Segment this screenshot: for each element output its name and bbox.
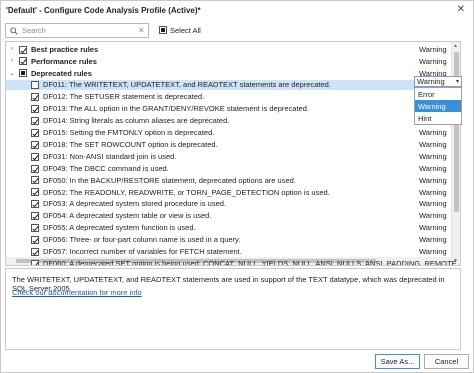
severity-value[interactable]: Warning	[419, 199, 447, 208]
rule-checkbox[interactable]	[31, 212, 39, 221]
rule-label: DF049: The DBCC command is used.	[43, 163, 169, 173]
toolbar: × Select All	[5, 21, 469, 39]
rule-row[interactable]: DF031: Non-ANSI standard join is used. Wa…	[6, 151, 460, 162]
rule-row[interactable]: DF057: Incorrect number of variables for…	[6, 246, 460, 257]
rule-checkbox[interactable]	[31, 188, 39, 197]
rule-label: DF054: A deprecated system table or view…	[43, 211, 212, 221]
severity-value[interactable]: Warning	[419, 152, 447, 161]
rules-tree: ▲ ▼ › Best practice rules Warning › Performa…	[5, 41, 461, 266]
rule-row[interactable]: DF013: The ALL option in the GRANT/DENY/…	[6, 104, 460, 115]
severity-combobox[interactable]: Warning ▾	[414, 76, 462, 87]
severity-option[interactable]: Warning	[415, 100, 461, 112]
rule-checkbox[interactable]	[31, 164, 39, 173]
rule-checkbox[interactable]	[31, 116, 39, 125]
collapse-arrow-icon[interactable]: ⌄	[8, 70, 16, 77]
rule-checkbox[interactable]	[31, 176, 39, 185]
rule-checkbox[interactable]	[31, 200, 39, 209]
rule-checkbox[interactable]	[31, 235, 39, 244]
rule-row[interactable]: DF052: The READONLY, READWRITE, or TORN_…	[6, 187, 460, 198]
search-box[interactable]: ×	[5, 22, 149, 38]
rule-checkbox[interactable]	[31, 81, 39, 90]
rule-label: DF018: The SET ROWCOUNT option is deprec…	[43, 139, 218, 149]
severity-value[interactable]: Warning	[419, 140, 447, 149]
rule-checkbox[interactable]	[31, 247, 39, 256]
severity-value[interactable]: Warning	[419, 247, 447, 256]
rule-description-panel: The WRITETEXT, UPDATETEXT, and READTEXT …	[5, 268, 461, 350]
close-icon[interactable]: ✕	[457, 4, 465, 15]
rule-label: DF052: The READONLY, READWRITE, or TORN_…	[43, 187, 330, 197]
expand-arrow-icon[interactable]: ›	[8, 58, 16, 64]
rule-label: DF015: Setting the FMTONLY option is dep…	[43, 128, 215, 138]
rule-row[interactable]: DF056: Three- or four-part column name i…	[6, 234, 460, 245]
rule-row[interactable]: DF055: A deprecated system function is u…	[6, 223, 460, 234]
rule-row[interactable]: DF011: The WRITETEXT, UPDATETEXT, and RE…	[6, 79, 460, 91]
select-all-checkbox[interactable]	[159, 26, 167, 34]
configure-profile-window: 'Default' - Configure Code Analysis Prof…	[0, 0, 474, 373]
rule-label: DF060: A deprecated SET option is being …	[43, 258, 461, 266]
rule-label: DF011: The WRITETEXT, UPDATETEXT, and RE…	[43, 80, 331, 90]
severity-option[interactable]: Hint	[415, 112, 461, 124]
rule-row[interactable]: DF049: The DBCC command is used. Warning	[6, 163, 460, 174]
rule-checkbox[interactable]	[19, 57, 27, 66]
expand-arrow-icon[interactable]: ›	[8, 46, 16, 52]
severity-value[interactable]: Warning	[419, 223, 447, 232]
rule-label: DF053: A deprecated system stored proced…	[43, 199, 227, 209]
rule-checkbox[interactable]	[31, 93, 39, 102]
severity-value[interactable]: Warning	[419, 211, 447, 220]
severity-combobox-value: Warning	[417, 77, 445, 86]
severity-option[interactable]: Error	[415, 88, 461, 100]
cancel-button[interactable]: Cancel	[424, 354, 469, 369]
rule-group-row[interactable]: › Performance rules Warning	[6, 56, 460, 67]
rule-row[interactable]: DF054: A deprecated system table or view…	[6, 211, 460, 222]
search-icon	[10, 26, 18, 35]
severity-value[interactable]: Warning	[419, 176, 447, 185]
severity-value[interactable]: Warning	[419, 128, 447, 137]
rule-checkbox[interactable]	[19, 69, 27, 78]
rule-checkbox[interactable]	[31, 105, 39, 113]
rule-checkbox[interactable]	[31, 259, 39, 265]
rule-checkbox[interactable]	[31, 128, 39, 137]
rule-label: DF014: String literals as column aliases…	[43, 116, 230, 126]
rule-checkbox[interactable]	[31, 140, 39, 149]
rule-label: DF012: The SETUSER statement is deprecat…	[43, 92, 205, 102]
rule-group-row[interactable]: › Best practice rules Warning	[6, 44, 460, 55]
rule-group-row[interactable]: ⌄ Deprecated rules Warning	[6, 68, 460, 79]
severity-value[interactable]: Warning	[419, 57, 447, 66]
rule-row[interactable]: DF012: The SETUSER statement is deprecat…	[6, 92, 460, 103]
search-input[interactable]	[6, 25, 126, 35]
documentation-link[interactable]: Check our documentation for more info	[12, 288, 142, 297]
dialog-footer: Save As... Cancel	[1, 351, 473, 373]
rule-row[interactable]: DF014: String literals as column aliases…	[6, 115, 460, 126]
rule-label: DF055: A deprecated system function is u…	[43, 223, 196, 233]
save-as-button[interactable]: Save As...	[375, 354, 420, 369]
rule-row[interactable]: DF018: The SET ROWCOUNT option is deprec…	[6, 139, 460, 150]
rule-label: DF031: Non-ANSI standard join is used.	[43, 151, 177, 161]
severity-value[interactable]: Warning	[419, 235, 447, 244]
rule-group-label: Performance rules	[31, 56, 97, 66]
rule-checkbox[interactable]	[31, 224, 39, 232]
severity-dropdown: Error Warning Hint	[414, 87, 462, 125]
rule-row[interactable]: DF050: In the BACKUP/RESTORE statement, …	[6, 175, 460, 186]
rule-label: DF057: Incorrect number of variables for…	[43, 247, 242, 257]
rule-label: DF050: In the BACKUP/RESTORE statement, …	[43, 175, 296, 185]
rule-group-label: Deprecated rules	[31, 68, 92, 78]
rule-checkbox[interactable]	[19, 45, 27, 54]
rule-checkbox[interactable]	[31, 152, 39, 161]
rule-label: DF013: The ALL option in the GRANT/DENY/…	[43, 104, 309, 114]
rule-label: DF056: Three- or four-part column name i…	[43, 235, 241, 245]
severity-value[interactable]: Warning	[419, 188, 447, 197]
select-all-label: Select All	[170, 25, 201, 35]
chevron-down-icon[interactable]: ▾	[456, 78, 459, 85]
title-bar: 'Default' - Configure Code Analysis Prof…	[1, 1, 473, 19]
severity-value[interactable]: Warning	[419, 164, 447, 173]
clear-search-icon[interactable]: ×	[139, 25, 144, 35]
rule-group-label: Best practice rules	[31, 44, 99, 54]
rule-row[interactable]: DF060: A deprecated SET option is being …	[6, 258, 461, 266]
rule-row[interactable]: DF053: A deprecated system stored proced…	[6, 199, 460, 210]
window-title: 'Default' - Configure Code Analysis Prof…	[6, 5, 201, 15]
rule-row[interactable]: DF015: Setting the FMTONLY option is dep…	[6, 127, 460, 138]
severity-value[interactable]: Warning	[419, 45, 447, 54]
select-all-toggle[interactable]: Select All	[159, 26, 201, 35]
